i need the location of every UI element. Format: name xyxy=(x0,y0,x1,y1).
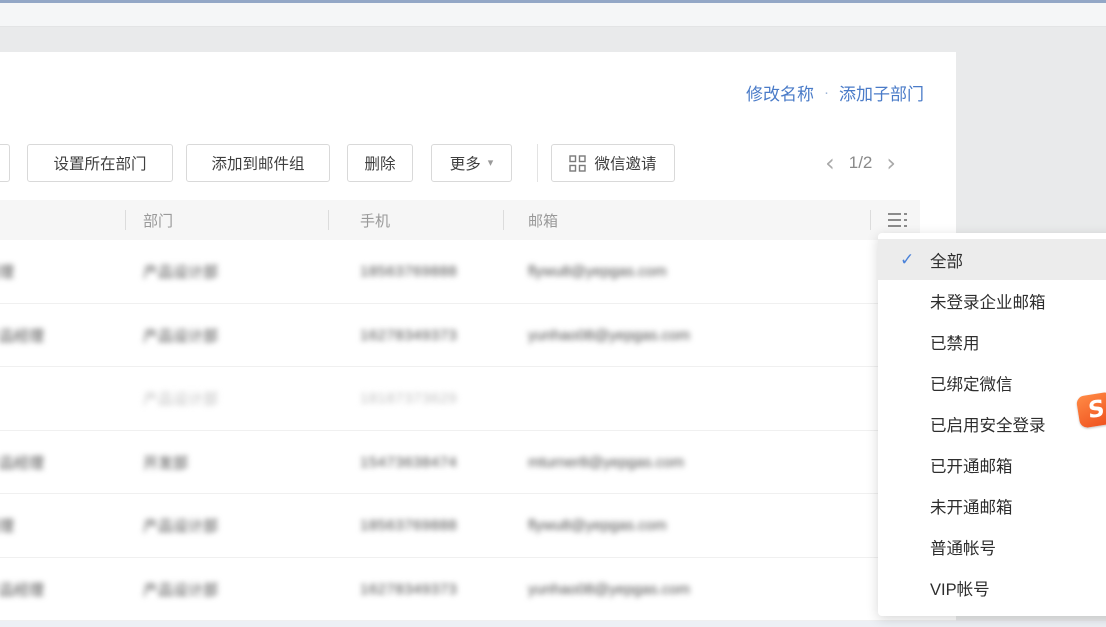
member-phone: 16278349373 xyxy=(360,558,457,621)
filter-option-wechat-bound[interactable]: 已绑定微信 xyxy=(878,362,1106,403)
filter-option-all[interactable]: ✓ 全部 xyxy=(878,239,1106,280)
column-header-department: 部门 xyxy=(143,200,173,240)
sogou-input-badge: S xyxy=(1076,391,1106,428)
filter-option-label: 普通帐号 xyxy=(930,535,996,559)
column-header-phone: 手机 xyxy=(360,200,390,240)
add-sub-department-link[interactable]: 添加子部门 xyxy=(839,80,924,105)
member-department: 开发部 xyxy=(143,431,188,494)
qr-code-icon xyxy=(569,155,586,172)
page-indicator: 1/2 xyxy=(849,153,873,173)
department-actions: 修改名称 · 添加子部门 xyxy=(746,80,924,105)
table-row[interactable]: 产品经理 产品设计部 16278349373 yunhao08@yepgas.c… xyxy=(0,304,956,368)
pagination: ‹ 1/2 › xyxy=(825,143,896,183)
member-department: 产品设计部 xyxy=(143,494,218,557)
toolbar-divider xyxy=(537,144,538,182)
filter-option-normal-account[interactable]: 普通帐号 xyxy=(878,526,1106,567)
add-to-mail-group-button[interactable]: 添加到邮件组 xyxy=(186,144,330,182)
table-row[interactable]: 产品经理 开发部 15473638474 mturner8@yepgas.com xyxy=(0,431,956,495)
member-title: 经理 xyxy=(0,494,14,557)
column-divider xyxy=(870,210,871,230)
members-panel: 修改名称 · 添加子部门 设置所在部门 添加到邮件组 删除 更多 ▾ xyxy=(0,52,956,627)
next-page-icon[interactable]: › xyxy=(886,151,896,175)
member-title: 产品经理 xyxy=(0,431,44,494)
filter-option-not-logged-in[interactable]: 未登录企业邮箱 xyxy=(878,280,1106,321)
clipped-button[interactable] xyxy=(0,144,10,182)
column-divider xyxy=(328,210,329,230)
delete-button[interactable]: 删除 xyxy=(347,144,413,182)
member-phone: 15473638474 xyxy=(360,431,457,494)
browser-chrome-bar xyxy=(0,3,1106,27)
sogou-s-letter: S xyxy=(1087,396,1105,425)
filter-option-label: 已启用安全登录 xyxy=(930,412,1046,436)
member-email: flywu8@yepgas.com xyxy=(528,494,667,557)
member-phone: 18187373629 xyxy=(360,367,457,430)
check-icon: ✓ xyxy=(900,250,914,270)
filter-option-label: 已禁用 xyxy=(930,330,980,354)
member-department: 产品设计部 xyxy=(143,304,218,367)
footer-strip xyxy=(0,621,1106,627)
member-title: 经理 xyxy=(0,240,14,303)
filter-option-label: 全部 xyxy=(930,248,963,272)
filter-option-disabled[interactable]: 已禁用 xyxy=(878,321,1106,362)
member-department: 产品设计部 xyxy=(143,558,218,621)
filter-option-secure-login[interactable]: 已启用安全登录 xyxy=(878,403,1106,444)
column-divider xyxy=(503,210,504,230)
member-phone: 18563769888 xyxy=(360,494,457,557)
filter-option-label: 未开通邮箱 xyxy=(930,494,1013,518)
member-phone: 16278349373 xyxy=(360,304,457,367)
set-department-button[interactable]: 设置所在部门 xyxy=(27,144,173,182)
member-email: flywu8@yepgas.com xyxy=(528,240,667,303)
modify-name-link[interactable]: 修改名称 xyxy=(746,80,814,105)
filter-option-vip-account[interactable]: VIP帐号 xyxy=(878,567,1106,608)
member-title: 产品经理 xyxy=(0,558,44,621)
table-row[interactable]: 产品经理 产品设计部 16278349373 yunhao08@yepgas.c… xyxy=(0,558,956,622)
member-email: yunhao08@yepgas.com xyxy=(528,558,690,621)
column-header-email: 邮箱 xyxy=(528,200,558,240)
more-button-label: 更多 xyxy=(450,152,481,174)
member-department: 产品设计部 xyxy=(143,240,218,303)
filter-option-mailbox-not-enabled[interactable]: 未开通邮箱 xyxy=(878,485,1106,526)
filter-option-label: 未登录企业邮箱 xyxy=(930,289,1046,313)
column-divider xyxy=(125,210,126,230)
filter-dropdown-menu: ✓ 全部 未登录企业邮箱 已禁用 已绑定微信 已启用安全登录 已开通邮箱 未开通… xyxy=(878,233,1106,616)
filter-option-label: 已绑定微信 xyxy=(930,371,1013,395)
wechat-invite-label: 微信邀请 xyxy=(594,152,656,174)
link-separator: · xyxy=(824,84,829,101)
member-table-body: 经理 产品设计部 18563769888 flywu8@yepgas.com 产… xyxy=(0,240,956,621)
table-row[interactable]: 经理 产品设计部 18563769888 flywu8@yepgas.com xyxy=(0,494,956,558)
filter-option-label: VIP帐号 xyxy=(930,576,990,600)
chevron-down-icon: ▾ xyxy=(488,158,494,169)
wechat-invite-button[interactable]: 微信邀请 xyxy=(551,144,675,182)
table-row[interactable]: 经理 产品设计部 18563769888 flywu8@yepgas.com xyxy=(0,240,956,304)
table-row-disabled[interactable]: 产品设计部 18187373629 xyxy=(0,367,956,431)
filter-option-mailbox-enabled[interactable]: 已开通邮箱 xyxy=(878,444,1106,485)
prev-page-icon[interactable]: ‹ xyxy=(825,151,835,175)
member-phone: 18563769888 xyxy=(360,240,457,303)
member-email: mturner8@yepgas.com xyxy=(528,431,684,494)
member-email: yunhao08@yepgas.com xyxy=(528,304,690,367)
table-header: 部门 手机 邮箱 xyxy=(0,200,920,240)
filter-column-active-cell xyxy=(920,186,956,240)
member-title: 产品经理 xyxy=(0,304,44,367)
member-department: 产品设计部 xyxy=(143,367,218,430)
filter-option-label: 已开通邮箱 xyxy=(930,453,1013,477)
more-button[interactable]: 更多 ▾ xyxy=(431,144,512,182)
member-toolbar: 设置所在部门 添加到邮件组 删除 更多 ▾ 微信邀请 ‹ xyxy=(0,143,956,183)
